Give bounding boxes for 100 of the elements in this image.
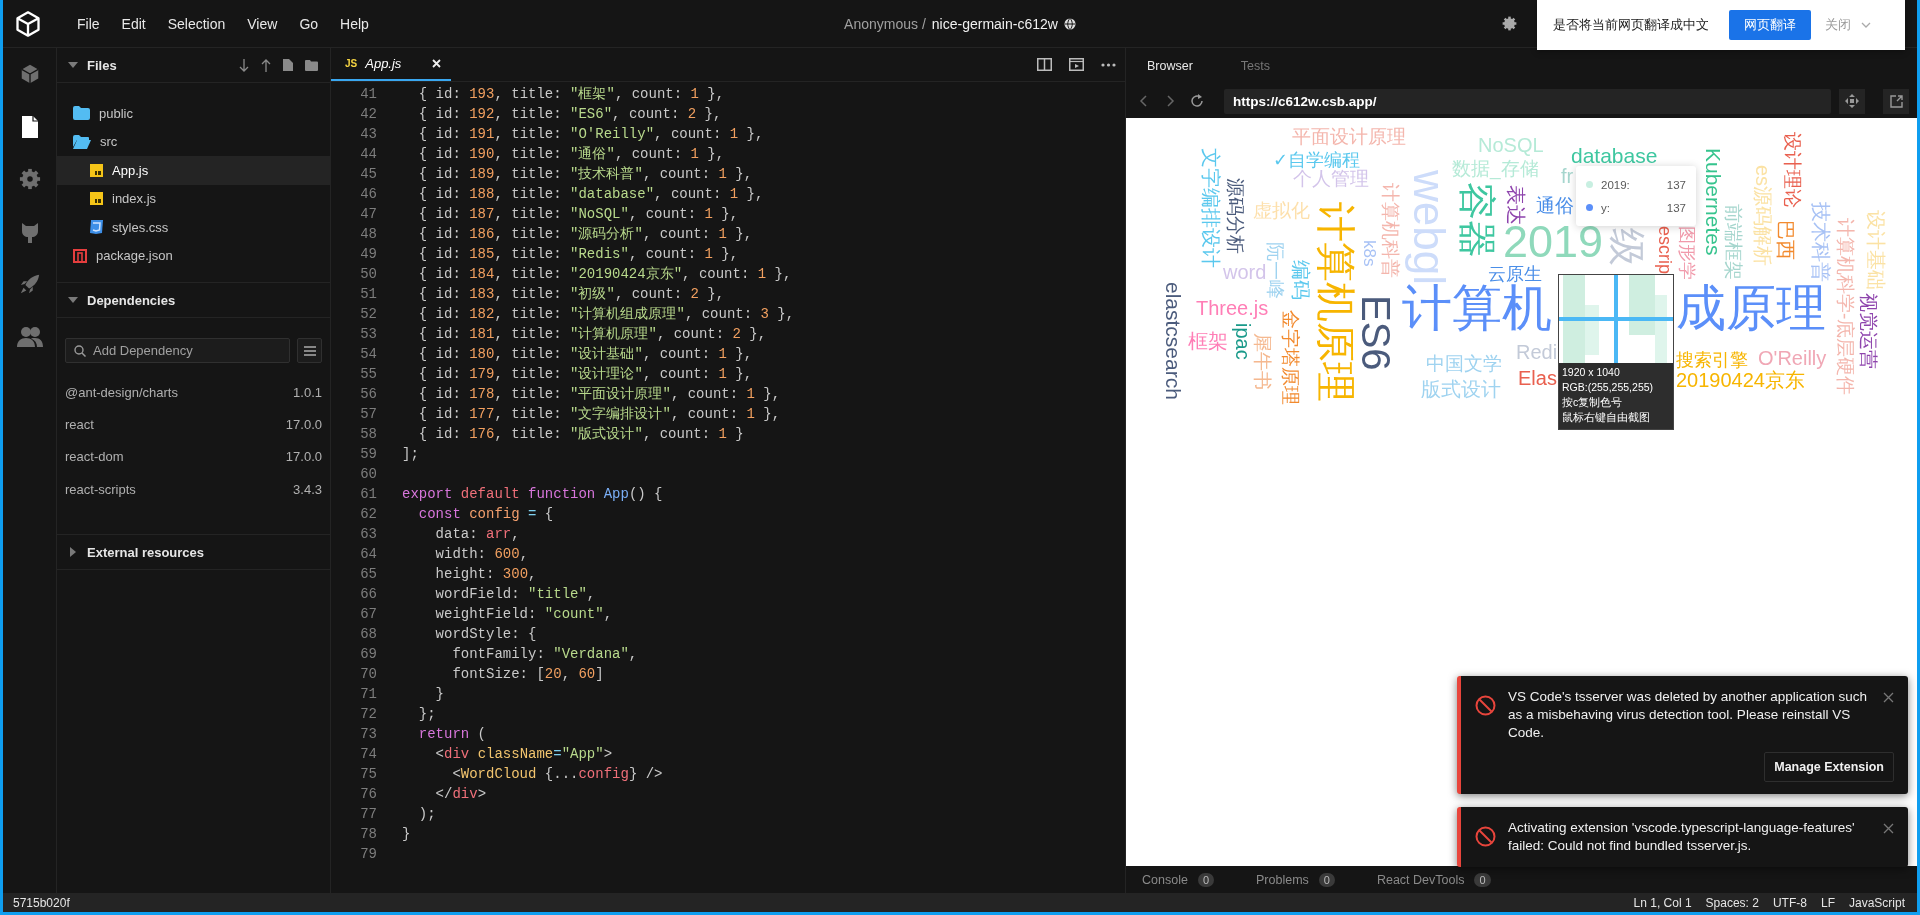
status-item[interactable]: LF: [1820, 895, 1835, 910]
caret-right-icon[interactable]: [68, 547, 78, 557]
file-tree-item[interactable]: src: [57, 127, 330, 156]
cloud-word: 计算机: [1402, 283, 1552, 333]
cloud-word: NoSQL: [1478, 135, 1544, 155]
sandbox-name[interactable]: nice-germain-c612w: [931, 15, 1058, 32]
code-line: return (: [417, 726, 487, 742]
line-number: 52: [359, 306, 377, 322]
preview-icon[interactable]: [1069, 58, 1084, 71]
menu-item[interactable]: View: [237, 11, 288, 36]
new-file-icon[interactable]: [283, 59, 293, 71]
file-tree-item[interactable]: public: [57, 99, 330, 128]
code-line: { id: 189, title: "技术科普", count: 1 },: [417, 165, 753, 183]
menu-item[interactable]: Help: [330, 11, 379, 36]
code-line: { id: 176, title: "版式设计", count: 1 }: [417, 425, 744, 443]
menu-item[interactable]: File: [67, 11, 110, 36]
line-number: 65: [359, 566, 377, 582]
line-number: 48: [359, 226, 377, 242]
people-icon[interactable]: [16, 325, 43, 348]
cloud-word: 计算机科普: [1381, 183, 1400, 278]
open-window-button[interactable]: [1883, 88, 1909, 114]
search-input[interactable]: Add Dependency: [93, 343, 281, 358]
file-icon[interactable]: [19, 114, 40, 139]
line-number: 74: [359, 746, 377, 762]
dependency-name[interactable]: @ant-design/charts: [65, 384, 178, 400]
status-item[interactable]: JavaScript: [1848, 895, 1905, 910]
panel-tab[interactable]: React DevTools 0: [1372, 872, 1495, 887]
menu-item[interactable]: Go: [289, 11, 329, 36]
cloud-word: 版式设计: [1421, 379, 1501, 399]
code-line: };: [417, 706, 436, 722]
file-tree-item[interactable]: package.json: [57, 241, 330, 270]
file-tree-item[interactable]: styles.css: [57, 213, 330, 242]
owner-name[interactable]: Anonymous /: [844, 15, 926, 32]
code-line: <div className="App">: [434, 746, 613, 762]
cloud-word: database: [1571, 145, 1658, 166]
forward-icon[interactable]: [1164, 94, 1176, 108]
status-item[interactable]: Ln 1, Col 1: [1633, 895, 1692, 910]
dependency-search-field[interactable]: Add Dependency: [65, 338, 290, 363]
capture-hint: 按c复制色号: [1562, 395, 1624, 410]
cloud-word: 20190424京东: [1676, 370, 1805, 390]
dependency-name[interactable]: react: [65, 416, 94, 432]
cloud-word: 成原理: [1676, 283, 1826, 333]
move-icon: [1845, 94, 1859, 108]
line-number: 79: [359, 846, 377, 862]
line-number: 43: [359, 126, 377, 142]
cloud-word: escrip: [1656, 226, 1674, 274]
line-number: 41: [359, 86, 377, 102]
cube-logo-icon[interactable]: [14, 9, 42, 38]
settings-icon[interactable]: [18, 168, 41, 191]
back-icon[interactable]: [1138, 94, 1150, 108]
error-icon: [1475, 695, 1496, 716]
line-number: 45: [359, 166, 377, 182]
tooltip-value: 137: [1666, 178, 1686, 191]
capture-hint: 鼠标右键自由截图: [1562, 410, 1651, 425]
browser-tab[interactable]: Browser: [1136, 55, 1204, 77]
split-editor-icon[interactable]: [1037, 58, 1052, 71]
line-number: 78: [359, 826, 377, 842]
js-file-icon: [90, 192, 103, 206]
line-number: 76: [359, 786, 377, 802]
menu-button[interactable]: [297, 338, 322, 363]
line-number: 70: [359, 666, 377, 682]
arrow-down-icon[interactable]: [239, 58, 249, 72]
browser-tab[interactable]: Tests: [1229, 55, 1282, 77]
dependency-name[interactable]: react-dom: [65, 449, 124, 465]
rocket-icon[interactable]: [18, 273, 41, 296]
line-number: 55: [359, 366, 377, 382]
cloud-word: word: [1223, 262, 1267, 282]
panel-tab[interactable]: Problems 0: [1252, 872, 1339, 887]
move-button[interactable]: [1839, 88, 1865, 114]
code-line: fontFamily: "Verdana",: [451, 646, 638, 662]
caret-down-icon[interactable]: [68, 295, 78, 305]
code-line: fontSize: [20, 60]: [451, 666, 604, 682]
translate-button[interactable]: 网页翻译: [1729, 10, 1811, 40]
file-tree-item[interactable]: index.js: [57, 184, 330, 213]
cloud-word: 容器: [1458, 182, 1496, 258]
code-line: height: 300,: [434, 566, 537, 582]
menu-item[interactable]: Edit: [111, 11, 156, 36]
dependency-name[interactable]: react-scripts: [65, 481, 136, 497]
manage-extension-button[interactable]: Manage Extension: [1764, 752, 1894, 782]
dependency-version: 3.4.3: [293, 481, 322, 497]
status-item[interactable]: UTF-8: [1772, 895, 1807, 910]
more-icon[interactable]: [1101, 62, 1116, 67]
panel-tab[interactable]: Console 0: [1138, 872, 1218, 887]
line-number: 68: [359, 626, 377, 642]
refresh-icon[interactable]: [1190, 94, 1204, 108]
file-tree-item[interactable]: App.js: [57, 156, 330, 185]
status-item[interactable]: Spaces: 2: [1705, 895, 1759, 910]
url-field[interactable]: https://c612w.csb.app/: [1224, 88, 1831, 114]
settings-icon[interactable]: [1502, 16, 1517, 31]
code-line: { id: 180, title: "设计基础", count: 1 },: [417, 345, 753, 363]
new-folder-icon[interactable]: [305, 59, 318, 71]
caret-down-icon[interactable]: [68, 60, 78, 70]
arrow-up-icon[interactable]: [261, 58, 271, 72]
menu-item[interactable]: Selection: [157, 11, 236, 36]
line-number: 72: [359, 706, 377, 722]
line-number: 66: [359, 586, 377, 602]
cloud-word: Three.js: [1196, 298, 1269, 318]
line-number: 42: [359, 106, 377, 122]
line-number: 50: [359, 266, 377, 282]
section-title: Dependencies: [87, 292, 177, 308]
